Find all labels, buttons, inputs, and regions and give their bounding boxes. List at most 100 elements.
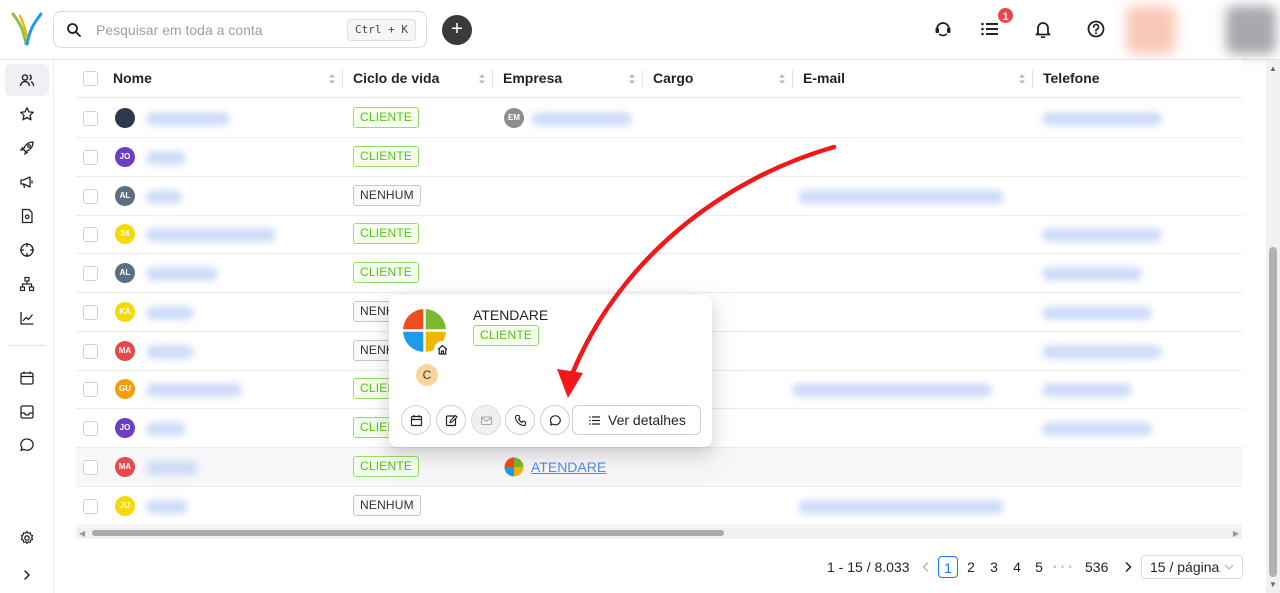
row-checkbox[interactable] <box>83 305 98 320</box>
contact-name-redacted[interactable] <box>146 228 276 242</box>
horizontal-scroll-thumb[interactable] <box>92 530 724 536</box>
sort-icon[interactable] <box>1018 73 1026 85</box>
sidebar-item-inbox[interactable] <box>5 396 49 428</box>
send-email-button[interactable] <box>471 405 501 435</box>
row-checkbox[interactable] <box>83 266 98 281</box>
row-checkbox[interactable] <box>83 227 98 242</box>
page-2[interactable]: 2 <box>961 556 981 578</box>
page-3[interactable]: 3 <box>984 556 1004 578</box>
avatar <box>115 108 135 128</box>
email-redacted[interactable] <box>798 190 1004 204</box>
star-icon <box>20 107 34 121</box>
global-search[interactable]: Pesquisar em toda a conta Ctrl + K <box>53 11 427 48</box>
contact-name-redacted[interactable] <box>146 345 194 359</box>
sidebar-item-reports[interactable] <box>5 302 49 334</box>
app-logo-icon[interactable] <box>10 10 44 48</box>
scroll-up-icon[interactable]: ▲ <box>1269 64 1277 73</box>
chat-bubble-icon <box>549 414 561 426</box>
column-divider <box>1032 70 1033 88</box>
page-5[interactable]: 5 <box>1029 556 1049 578</box>
row-checkbox[interactable] <box>83 189 98 204</box>
scroll-down-icon[interactable]: ▼ <box>1269 580 1277 589</box>
sidebar-item-campaigns[interactable] <box>5 166 49 198</box>
contact-name-redacted[interactable] <box>146 267 218 281</box>
vertical-scroll-thumb[interactable] <box>1269 247 1277 577</box>
sort-icon[interactable] <box>628 73 636 85</box>
avatar: MA <box>115 457 135 477</box>
sidebar-item-goals[interactable] <box>5 234 49 266</box>
contact-name-redacted[interactable] <box>146 151 186 165</box>
schedule-activity-button[interactable] <box>401 405 431 435</box>
column-header-telefone[interactable]: Telefone <box>1043 60 1100 98</box>
contact-name-redacted[interactable] <box>146 306 194 320</box>
user-avatar[interactable] <box>1226 6 1276 54</box>
row-checkbox[interactable] <box>83 460 98 475</box>
workspace-avatar[interactable] <box>1126 6 1176 54</box>
page-ellipsis[interactable]: • • • <box>1053 556 1073 578</box>
help-icon[interactable] <box>1085 18 1107 40</box>
contact-name-redacted[interactable] <box>146 422 186 436</box>
view-details-button[interactable]: Ver detalhes <box>572 405 701 435</box>
table-row[interactable]: 24 CLIENTE <box>76 215 1242 254</box>
row-checkbox[interactable] <box>83 344 98 359</box>
contact-name-redacted[interactable] <box>146 461 198 475</box>
chat-button[interactable] <box>540 405 570 435</box>
select-all-checkbox[interactable] <box>83 71 98 86</box>
sidebar-expand-button[interactable] <box>5 559 49 591</box>
support-agent-icon[interactable] <box>932 18 954 40</box>
table-row[interactable]: JO CLIENTE <box>76 138 1242 177</box>
horizontal-scrollbar[interactable]: ◀ ▶ <box>76 527 1242 539</box>
page-4[interactable]: 4 <box>1007 556 1027 578</box>
sidebar-item-documents[interactable] <box>5 200 49 232</box>
prev-page-icon[interactable] <box>921 561 931 573</box>
column-header-ciclo-de-vida[interactable]: Ciclo de vida <box>353 60 439 98</box>
table-row[interactable]: MA CLIENTE ATENDARE <box>76 448 1242 487</box>
row-checkbox[interactable] <box>83 499 98 514</box>
vertical-scrollbar[interactable]: ▲ ▼ <box>1266 60 1280 593</box>
contact-name-redacted[interactable] <box>146 190 182 204</box>
next-page-icon[interactable] <box>1123 561 1133 573</box>
page-1[interactable]: 1 <box>938 556 958 578</box>
table-row[interactable]: CLIENTE EM <box>76 99 1242 138</box>
table-row[interactable]: AL CLIENTE <box>76 254 1242 293</box>
page-size-select[interactable]: 15 / página <box>1141 555 1243 579</box>
table-row[interactable]: AL NENHUM <box>76 177 1242 216</box>
avatar: JO <box>115 147 135 167</box>
contact-name-redacted[interactable] <box>146 500 188 514</box>
contact-name-redacted[interactable] <box>146 383 242 397</box>
table-row[interactable]: JU NENHUM <box>76 487 1242 526</box>
sidebar-item-deals[interactable] <box>5 132 49 164</box>
email-redacted[interactable] <box>792 383 992 397</box>
sort-icon[interactable] <box>328 73 336 85</box>
email-redacted[interactable] <box>798 500 1004 514</box>
owner-avatar[interactable]: C <box>416 364 438 386</box>
sort-icon[interactable] <box>778 73 786 85</box>
sidebar-item-calendar[interactable] <box>5 362 49 394</box>
create-new-button[interactable]: + <box>442 15 472 45</box>
sidebar-item-organization[interactable] <box>5 268 49 300</box>
scroll-right-icon[interactable]: ▶ <box>1233 529 1239 538</box>
sidebar-item-settings[interactable] <box>5 522 49 554</box>
sidebar-item-chat[interactable] <box>5 429 49 461</box>
call-button[interactable] <box>505 405 535 435</box>
company-name-redacted[interactable] <box>532 112 632 126</box>
bell-icon[interactable] <box>1032 18 1054 40</box>
column-header-empresa[interactable]: Empresa <box>503 60 562 98</box>
sidebar-item-favorites[interactable] <box>5 98 49 130</box>
sort-icon[interactable] <box>478 73 486 85</box>
company-link[interactable]: ATENDARE <box>531 459 606 475</box>
page-last[interactable]: 536 <box>1085 556 1108 578</box>
row-checkbox[interactable] <box>83 421 98 436</box>
column-header-cargo[interactable]: Cargo <box>653 60 693 98</box>
contact-name-redacted[interactable] <box>146 112 230 126</box>
phone-redacted <box>1042 112 1162 126</box>
add-note-button[interactable] <box>436 405 466 435</box>
row-checkbox[interactable] <box>83 111 98 126</box>
avatar: AL <box>115 186 135 206</box>
row-checkbox[interactable] <box>83 382 98 397</box>
scroll-left-icon[interactable]: ◀ <box>79 529 85 538</box>
sidebar-item-contacts[interactable] <box>5 64 49 96</box>
row-checkbox[interactable] <box>83 150 98 165</box>
column-header-nome[interactable]: Nome <box>113 60 152 98</box>
column-header-e-mail[interactable]: E-mail <box>803 60 845 98</box>
